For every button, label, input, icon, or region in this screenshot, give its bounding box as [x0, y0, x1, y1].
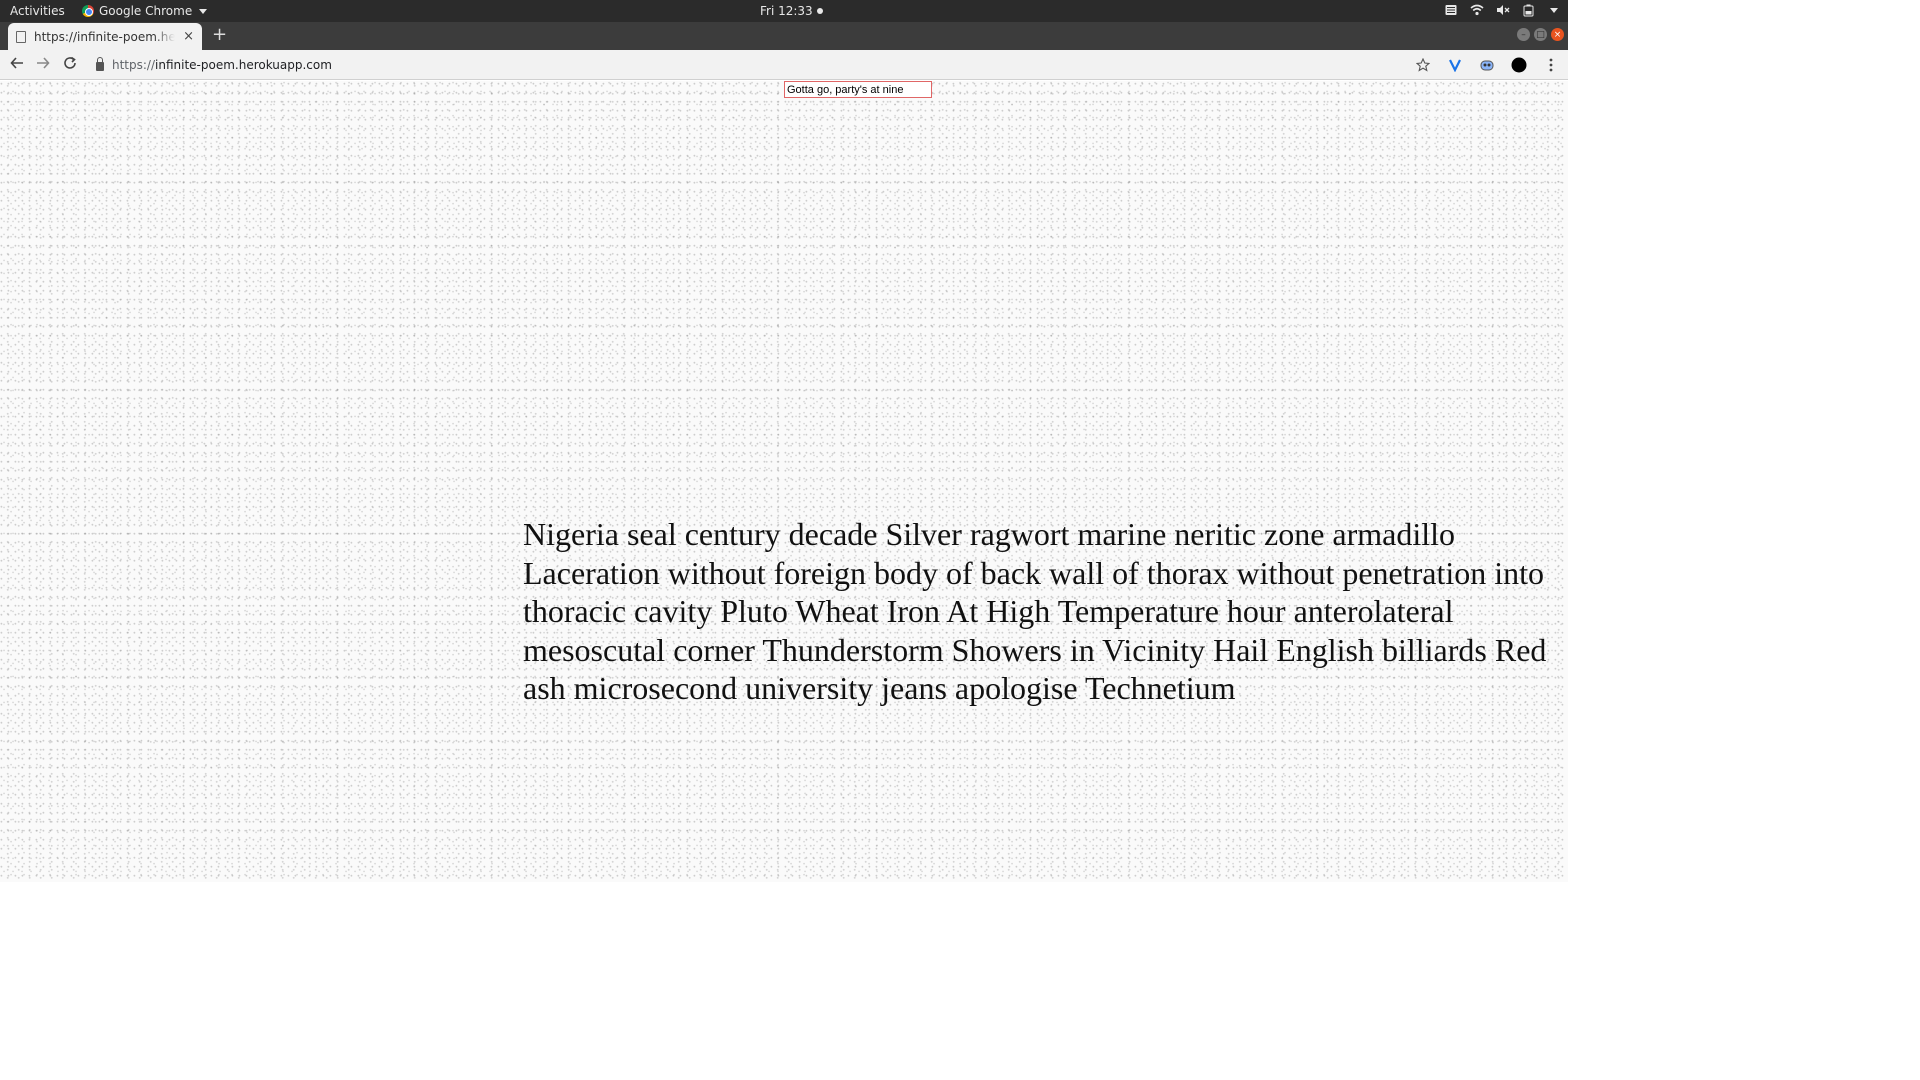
poem-text-input[interactable] [784, 81, 932, 98]
browser-tab[interactable]: https://infinite-poem.herokuapp.com × [8, 23, 202, 50]
battery-icon[interactable] [1522, 3, 1536, 17]
close-window-icon[interactable]: × [1551, 28, 1564, 41]
minimize-icon[interactable]: – [1517, 28, 1530, 41]
activities-button[interactable]: Activities [10, 4, 65, 18]
system-tray[interactable] [1444, 3, 1558, 17]
new-tab-button[interactable]: + [212, 26, 227, 44]
clock[interactable]: Fri 12:33 [760, 4, 823, 18]
app-menu-label: Google Chrome [99, 4, 193, 18]
notification-dot-icon [816, 8, 823, 14]
arrow-right-icon [37, 57, 50, 69]
forward-button[interactable] [34, 56, 52, 74]
app-menu[interactable]: Google Chrome [82, 4, 208, 18]
keyboard-icon[interactable] [1444, 3, 1458, 17]
page-content: Nigeria seal century decade Silver ragwo… [0, 81, 1568, 882]
reload-button[interactable] [61, 56, 79, 74]
extension-mask-icon[interactable] [1478, 56, 1496, 74]
back-button[interactable] [8, 56, 26, 74]
browser-toolbar: https://infinite-poem.herokuapp.com [0, 50, 1568, 80]
url-host: infinite-poem.herokuapp.com [155, 58, 332, 72]
reload-icon [64, 56, 76, 69]
address-bar[interactable]: https://infinite-poem.herokuapp.com [96, 55, 1406, 75]
extension-area [1414, 56, 1560, 74]
bookmark-star-icon[interactable] [1414, 56, 1432, 74]
tab-title: https://infinite-poem.herokuapp.com [34, 29, 176, 44]
window-controls: – □ × [1517, 28, 1564, 41]
profile-avatar-icon[interactable] [1510, 56, 1528, 74]
poem-text: Nigeria seal century decade Silver ragwo… [523, 516, 1547, 706]
chevron-down-icon [199, 8, 208, 14]
lock-icon[interactable] [96, 57, 104, 71]
maximize-icon[interactable]: □ [1534, 28, 1547, 41]
vertical-dots-menu-icon[interactable] [1542, 56, 1560, 74]
url-scheme: https:// [112, 58, 156, 72]
clock-label: Fri 12:33 [760, 4, 813, 18]
chevron-down-icon[interactable] [1550, 7, 1558, 13]
chrome-logo-icon [82, 5, 94, 17]
close-tab-button[interactable]: × [183, 29, 194, 44]
arrow-left-icon [10, 57, 23, 69]
wifi-icon[interactable] [1470, 3, 1484, 17]
extension-v-icon[interactable] [1446, 56, 1464, 74]
system-top-bar: Activities Google Chrome Fri 12:33 [0, 0, 1568, 22]
volume-muted-icon[interactable] [1496, 3, 1510, 17]
page-icon [16, 30, 26, 43]
tab-strip: https://infinite-poem.herokuapp.com × + … [0, 22, 1568, 50]
noise-background [0, 81, 1568, 882]
